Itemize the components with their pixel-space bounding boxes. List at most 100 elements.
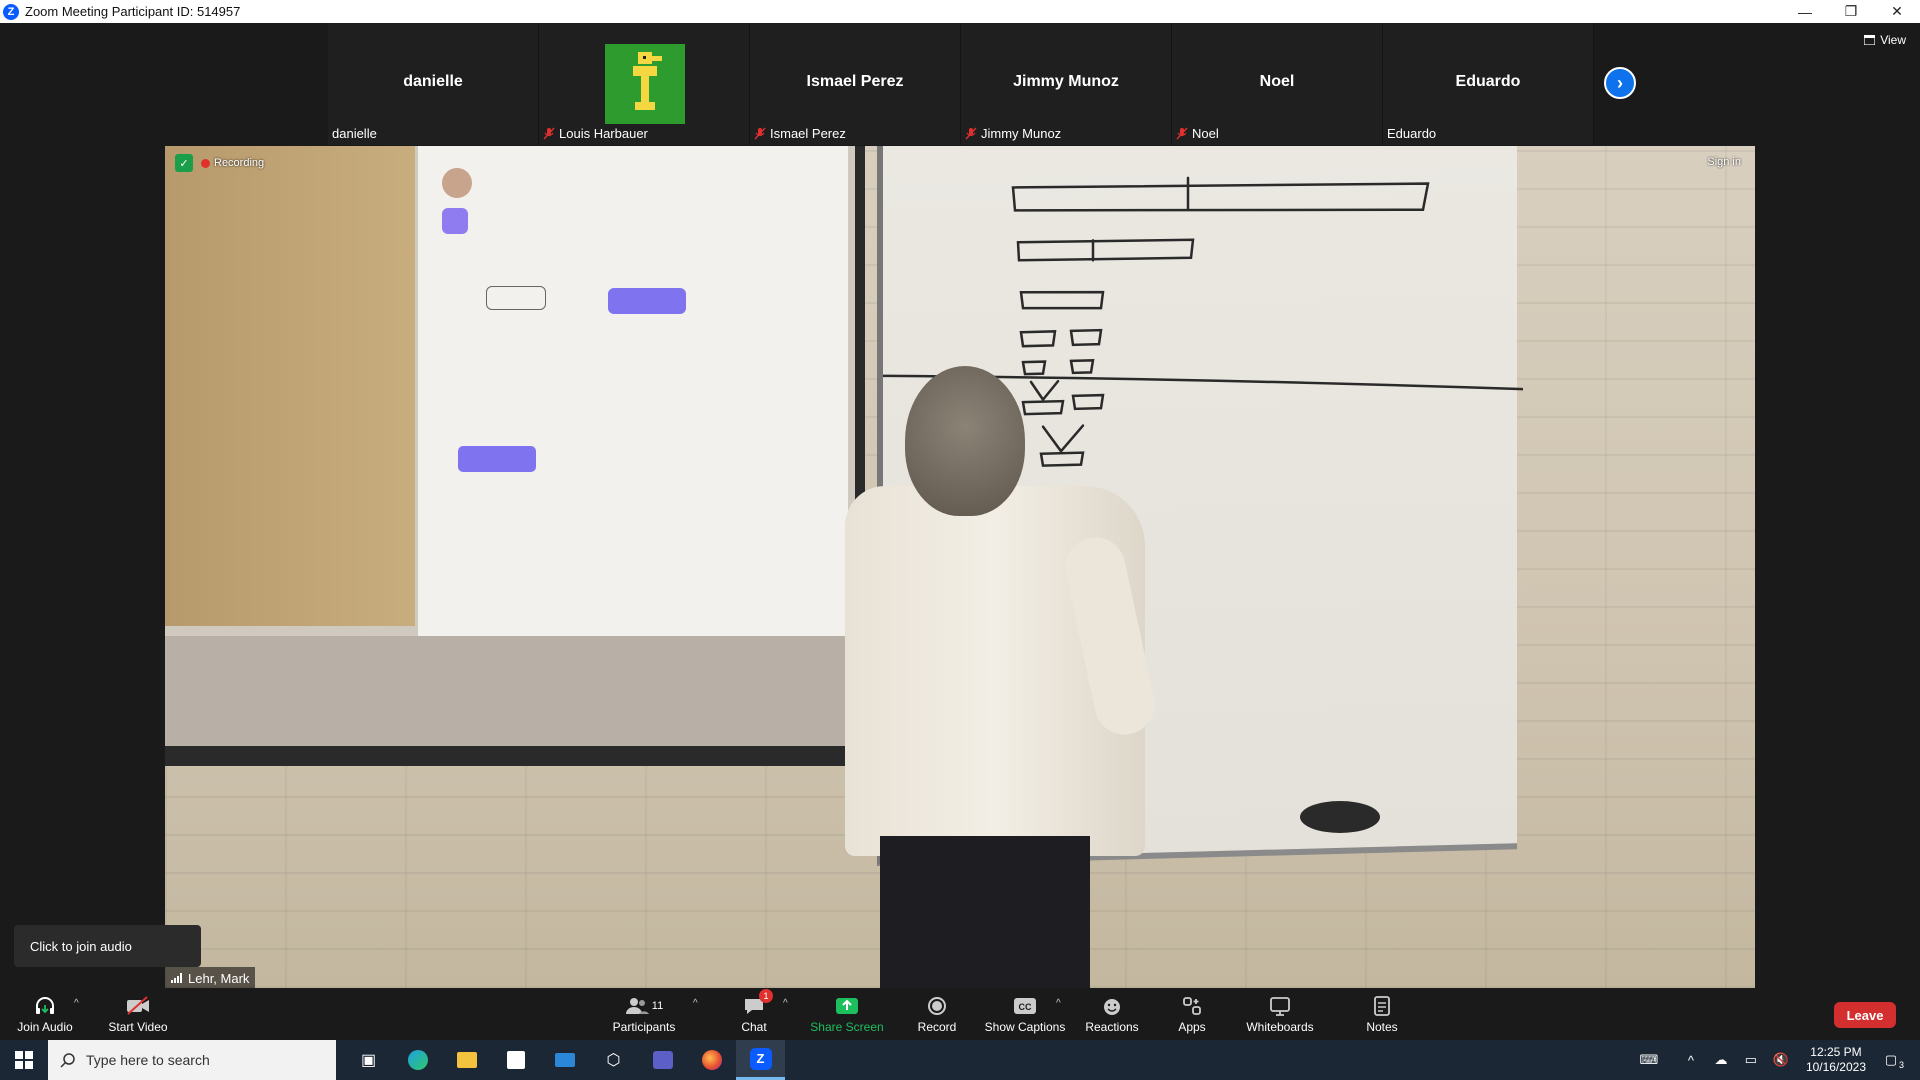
zoom-logo-icon: Z [3, 3, 19, 20]
participant-label: danielle [332, 126, 377, 141]
projected-screen [165, 146, 865, 766]
mic-muted-icon [1176, 127, 1188, 140]
participants-options-caret-icon[interactable]: ^ [693, 998, 698, 1009]
participants-count: 11 [651, 999, 664, 1012]
participant-label-text: Ismael Perez [770, 126, 846, 141]
join-audio-tooltip[interactable]: Click to join audio [14, 925, 201, 967]
whiteboard-eraser [1300, 801, 1380, 833]
record-dot-icon [201, 158, 210, 168]
participants-button[interactable]: 11 Participants [608, 988, 680, 1040]
captions-options-caret-icon[interactable]: ^ [1056, 998, 1061, 1009]
onedrive-cloud-icon[interactable]: ☁ [1706, 1052, 1736, 1068]
share-screen-icon [835, 995, 859, 1017]
start-button[interactable] [0, 1040, 48, 1080]
encryption-shield-icon[interactable]: ✓ [175, 154, 193, 172]
projected-left-area [165, 146, 415, 626]
record-button[interactable]: Record [912, 988, 962, 1040]
windows-taskbar: Type here to search ▣ ⬡ Z ⌨ ^ ☁ ▭ 🔇 12:2… [0, 1040, 1920, 1080]
participant-label: Jimmy Munoz [965, 126, 1061, 141]
participant-display-name: Jimmy Munoz [1013, 73, 1119, 90]
recording-status: Recording [201, 157, 264, 169]
active-speaker-video: ✓ Recording Sign in [165, 146, 1755, 988]
grid-view-icon [1864, 35, 1876, 45]
mic-muted-icon [965, 127, 977, 140]
speaker-name-text: Lehr, Mark [188, 970, 250, 986]
participant-label: Ismael Perez [754, 126, 846, 141]
notes-icon [1373, 995, 1391, 1017]
notifications-icon[interactable]: ▢ 3 [1876, 1052, 1906, 1070]
video-off-icon [125, 995, 151, 1017]
participant-label-text: danielle [332, 126, 377, 141]
view-button[interactable]: View [1864, 33, 1906, 47]
participant-display-name: danielle [403, 73, 463, 90]
participant-display-name: Noel [1259, 73, 1295, 90]
edge-browser-icon[interactable] [393, 1040, 442, 1080]
participant-tile[interactable]: Eduardo Eduardo [1383, 23, 1594, 145]
cube-app-icon[interactable]: ⬡ [589, 1040, 638, 1080]
projected-taskbar [165, 636, 855, 746]
recording-indicator: ✓ Recording [175, 154, 264, 172]
reactions-label: Reactions [1085, 1019, 1139, 1034]
participants-icon: 11 [625, 995, 663, 1017]
file-explorer-icon[interactable] [442, 1040, 491, 1080]
leave-button[interactable]: Leave [1834, 1002, 1896, 1028]
participant-tile[interactable]: Jimmy Munoz Jimmy Munoz [961, 23, 1172, 145]
join-audio-button[interactable]: Join Audio [14, 988, 76, 1040]
window-title: Zoom Meeting Participant ID: 514957 [25, 4, 241, 19]
window-controls: — ❐ ✕ [1782, 0, 1920, 23]
apps-button[interactable]: Apps [1172, 988, 1212, 1040]
whiteboards-label: Whiteboards [1246, 1019, 1314, 1034]
chat-options-caret-icon[interactable]: ^ [783, 998, 788, 1009]
microsoft-store-icon[interactable] [491, 1040, 540, 1080]
chat-label: Chat [741, 1019, 767, 1034]
meeting-area: danielle danielle Louis Harbauer Ismael … [0, 23, 1920, 989]
participant-tile[interactable]: Noel Noel [1172, 23, 1383, 145]
audio-options-caret-icon[interactable]: ^ [74, 998, 79, 1009]
participant-tile[interactable]: Louis Harbauer [539, 23, 750, 145]
recording-label: Recording [214, 157, 265, 169]
share-screen-button[interactable]: Share Screen [806, 988, 888, 1040]
volume-muted-icon[interactable]: 🔇 [1766, 1052, 1796, 1068]
minimize-button[interactable]: — [1782, 0, 1828, 23]
restore-button[interactable]: ❐ [1828, 0, 1874, 23]
emoji-reaction-icon [1102, 995, 1122, 1017]
video-sign-in-overlay: Sign in [1707, 156, 1741, 168]
notification-count: 3 [1898, 1060, 1904, 1070]
participant-label-text: Noel [1192, 126, 1219, 141]
participant-label-text: Jimmy Munoz [981, 126, 1062, 141]
presenter-head [905, 366, 1025, 516]
participant-label: Louis Harbauer [543, 126, 648, 141]
reactions-button[interactable]: Reactions [1082, 988, 1142, 1040]
participant-avatar [605, 44, 685, 124]
projected-invite-button [486, 286, 546, 310]
teams-icon[interactable] [638, 1040, 687, 1080]
taskbar-clock[interactable]: 12:25 PM 10/16/2023 [1806, 1045, 1866, 1075]
close-button[interactable]: ✕ [1874, 0, 1920, 23]
show-captions-button[interactable]: CC Show Captions [982, 988, 1068, 1040]
projected-recipient-dropdown [458, 446, 536, 472]
notes-button[interactable]: Notes [1362, 988, 1402, 1040]
start-video-label: Start Video [108, 1019, 168, 1034]
zoom-taskbar-icon[interactable]: Z [736, 1040, 785, 1080]
mail-icon[interactable] [540, 1040, 589, 1080]
projected-avatar [442, 208, 468, 234]
start-video-button[interactable]: Start Video [106, 988, 170, 1040]
next-page-button[interactable]: › [1604, 67, 1636, 99]
mic-muted-icon [754, 127, 766, 140]
keyboard-layout-icon[interactable]: ⌨ [1634, 1052, 1664, 1068]
system-tray: ⌨ ^ ☁ ▭ 🔇 12:25 PM 10/16/2023 ▢ 3 [1634, 1040, 1920, 1080]
chat-button[interactable]: 1 Chat [735, 988, 773, 1040]
projected-avatar [442, 168, 472, 198]
whiteboards-button[interactable]: Whiteboards [1244, 988, 1316, 1040]
chat-icon: 1 [743, 988, 773, 1017]
apps-label: Apps [1178, 1019, 1206, 1034]
task-view-icon[interactable]: ▣ [344, 1040, 393, 1080]
participant-tile[interactable]: danielle danielle [328, 23, 539, 145]
participant-tile[interactable]: Ismael Perez Ismael Perez [750, 23, 961, 145]
whiteboard-icon [1269, 995, 1291, 1017]
firefox-icon[interactable] [687, 1040, 736, 1080]
show-hidden-icons-icon[interactable]: ^ [1676, 1053, 1706, 1068]
network-icon[interactable]: ▭ [1736, 1052, 1766, 1068]
taskbar-search[interactable]: Type here to search [48, 1040, 336, 1080]
duck-avatar-icon [633, 52, 662, 110]
